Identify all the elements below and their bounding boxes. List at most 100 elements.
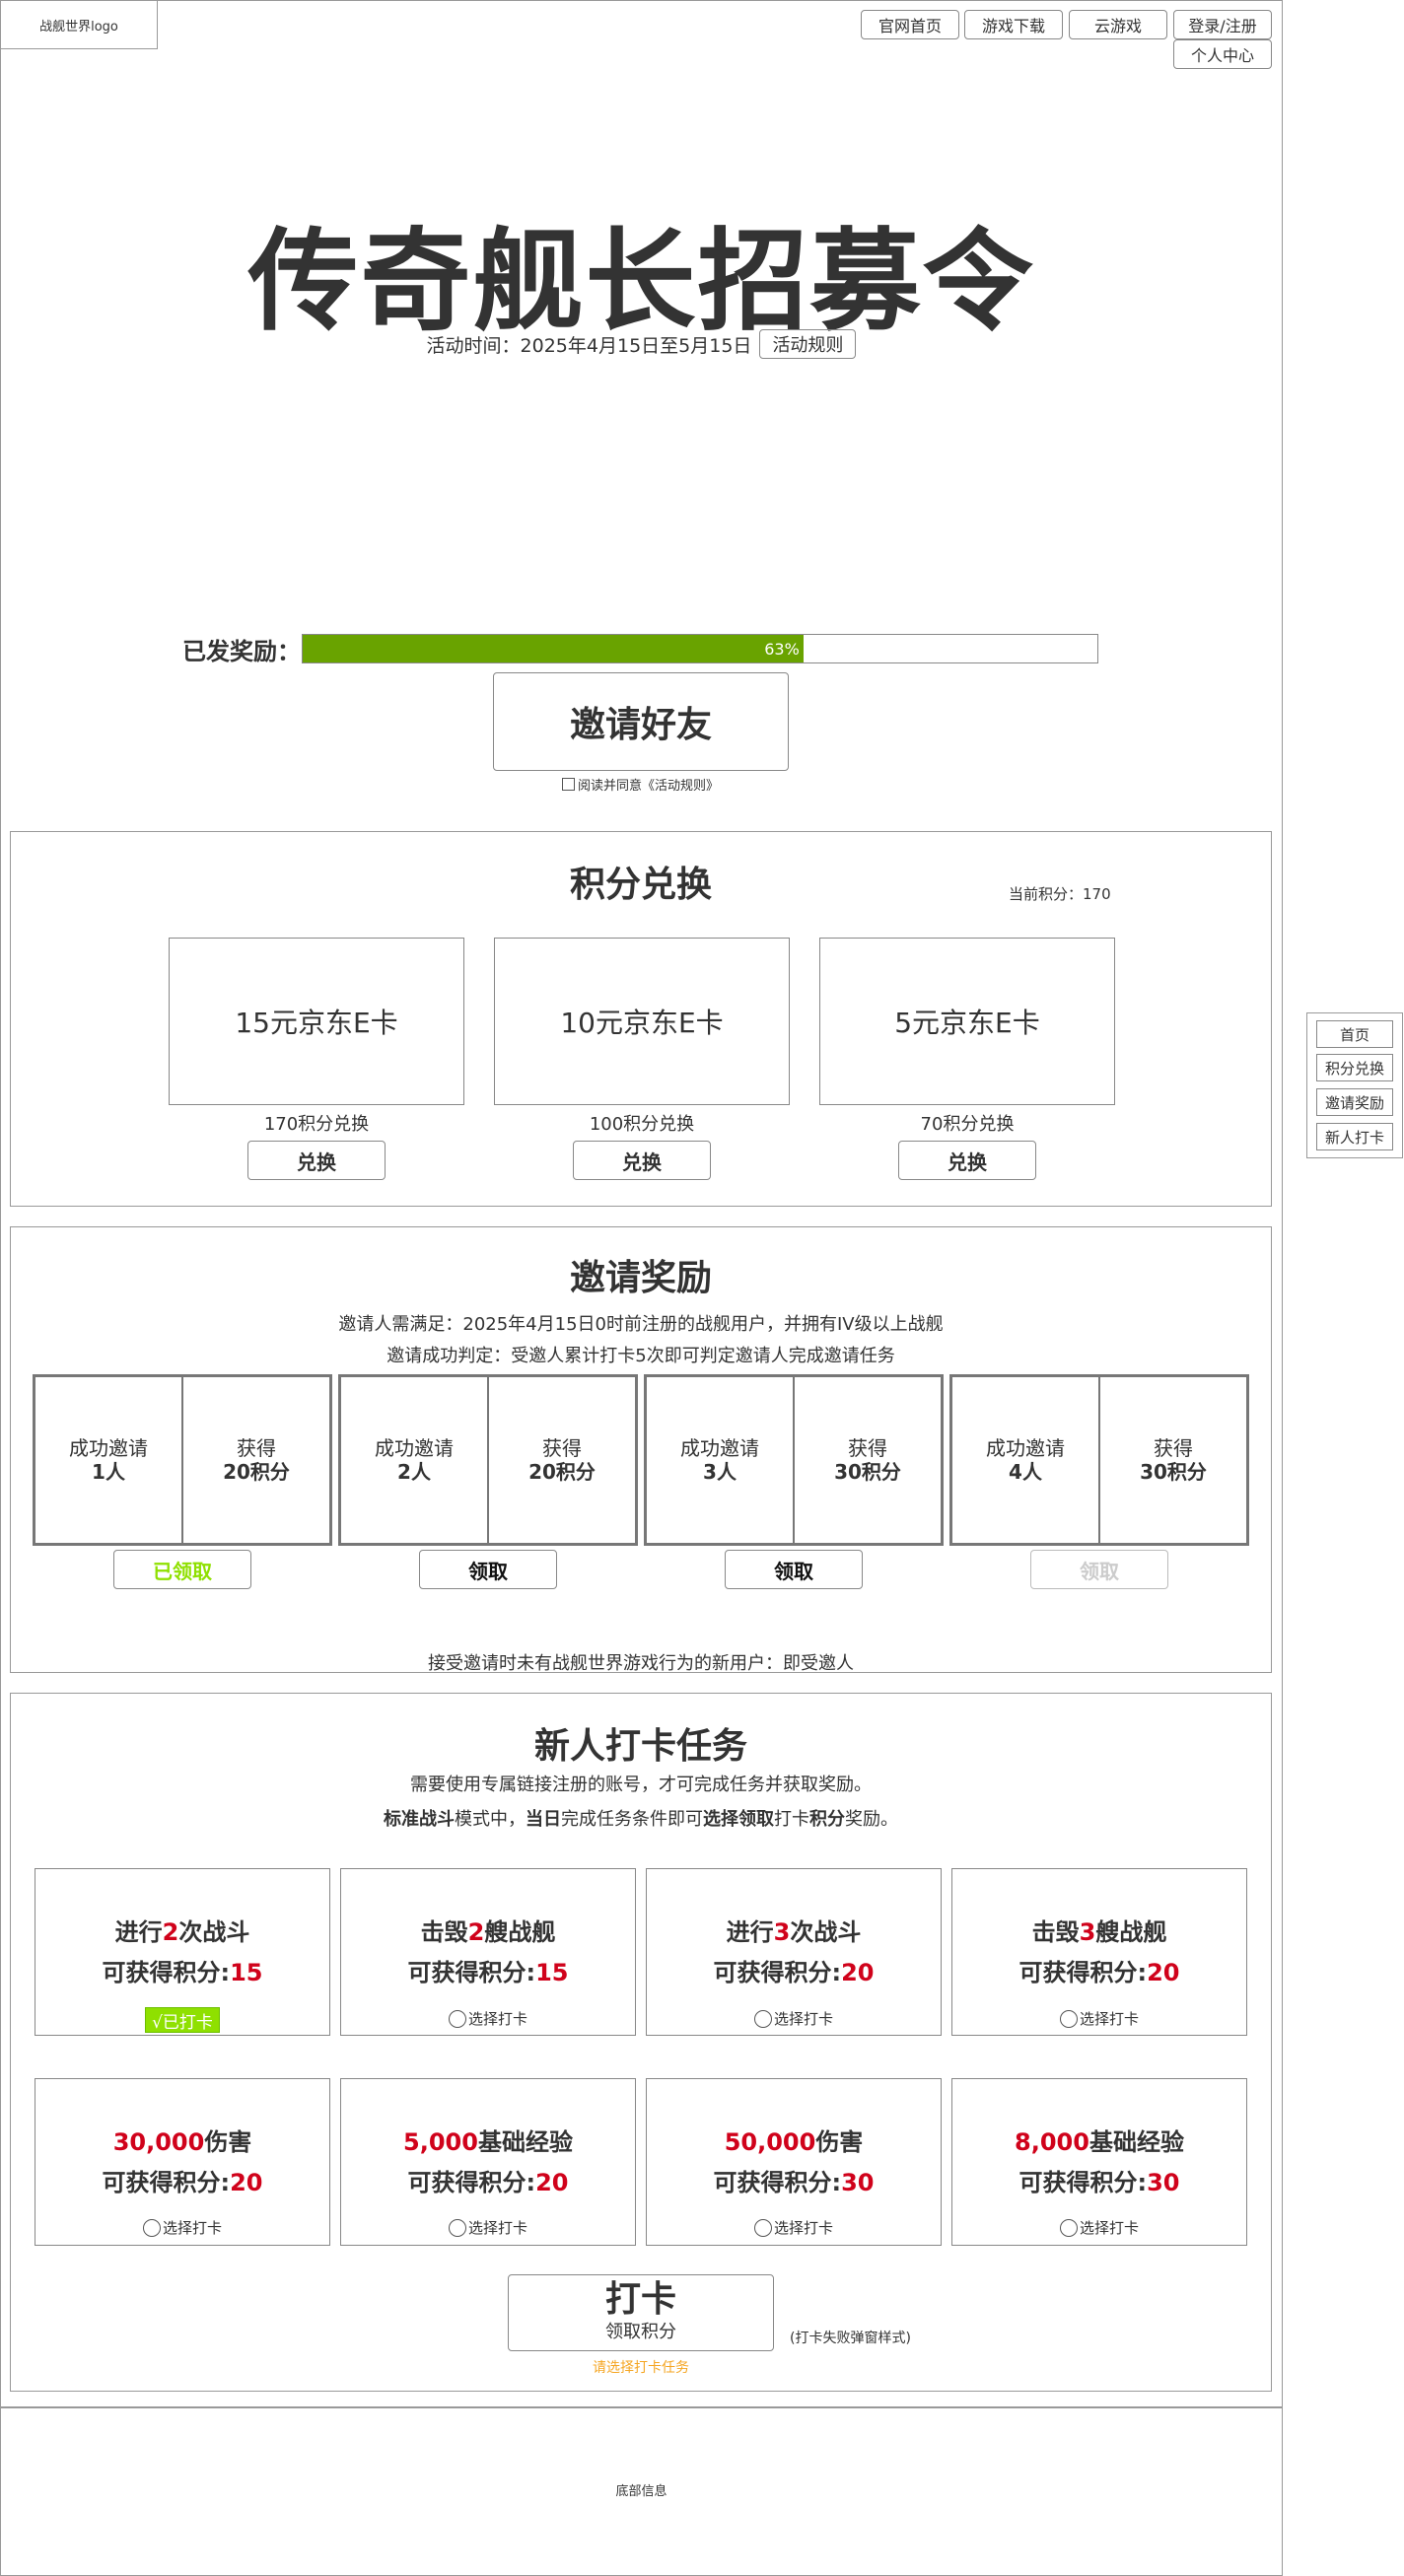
task-points: 可获得积分:20 (102, 2169, 263, 2196)
invite-tier-card: 成功邀请 4人 获得 30积分 (949, 1374, 1249, 1546)
task-condition: 进行3次战斗 (726, 1918, 862, 1946)
task-select[interactable]: 选择打卡 (35, 2217, 329, 2238)
logo[interactable]: 战舰世界logo (0, 0, 158, 49)
exchange-card: 15元京东E卡 (169, 938, 464, 1105)
task-condition: 8,000基础经验 (1015, 2128, 1184, 2156)
task-card[interactable]: 击毁3艘战舰 可获得积分:20 选择打卡 (951, 1868, 1247, 2036)
task-points: 可获得积分:15 (102, 1959, 263, 1986)
exchange-cost: 70积分兑换 (920, 1114, 1015, 1135)
footer-info: 底部信息 (615, 2484, 667, 2499)
task-select[interactable]: 选择打卡 (952, 2008, 1246, 2029)
exchange-cost: 170积分兑换 (263, 1114, 370, 1135)
checkin-button[interactable]: 打卡 领取积分 (508, 2274, 774, 2351)
claim-button[interactable]: 领取 (725, 1550, 863, 1589)
task-points: 可获得积分:20 (407, 2169, 569, 2196)
radio-icon[interactable] (1059, 2218, 1078, 2237)
radio-icon[interactable] (448, 2009, 466, 2028)
activity-time: 活动时间：2025年4月15日至5月15日 (426, 334, 752, 357)
invite-section: 邀请奖励 邀请人需满足：2025年4月15日0时前注册的战舰用户，并拥有IV级以… (10, 1226, 1272, 1674)
radio-icon[interactable] (753, 2009, 772, 2028)
side-nav-checkin[interactable]: 新人打卡 (1316, 1123, 1393, 1150)
invite-reward: 获得 20积分 (487, 1377, 635, 1543)
nav-home-button[interactable]: 官网首页 (861, 10, 959, 39)
side-nav-home[interactable]: 首页 (1316, 1020, 1393, 1048)
task-select[interactable]: 选择打卡 (647, 2008, 941, 2029)
invite-reward: 获得 30积分 (1098, 1377, 1246, 1543)
invite-count: 成功邀请 3人 (680, 1436, 759, 1484)
radio-icon[interactable] (1059, 2009, 1078, 2028)
checkin-desc-2: 标准战斗模式中，当日完成任务条件即可选择领取打卡积分奖励。 (384, 1809, 898, 1830)
side-nav-invite[interactable]: 邀请奖励 (1316, 1088, 1393, 1116)
task-condition: 击毁2艘战舰 (420, 1918, 556, 1946)
task-card[interactable]: 进行2次战斗 可获得积分:15 √已打卡 (35, 1868, 330, 2036)
task-points: 可获得积分:30 (1018, 2169, 1180, 2196)
task-points: 可获得积分:15 (407, 1959, 569, 1986)
task-select[interactable]: 选择打卡 (647, 2217, 941, 2238)
checkin-button-label: 打卡 (604, 2279, 676, 2320)
nav-login-button[interactable]: 登录/注册 (1173, 10, 1272, 39)
activity-time-row: 活动时间：2025年4月15日至5月15日 活动规则 (0, 329, 1283, 359)
task-select[interactable]: 选择打卡 (341, 2008, 635, 2029)
progress-fill: 63% (303, 635, 804, 662)
task-select[interactable]: 选择打卡 (341, 2217, 635, 2238)
page-title: 传奇舰长招募令 (247, 218, 1035, 346)
task-card[interactable]: 30,000伤害 可获得积分:20 选择打卡 (35, 2078, 330, 2246)
invitee-definition: 接受邀请时未有战舰世界游戏行为的新用户：即受邀人 (428, 1653, 854, 1674)
exchange-section: 积分兑换 当前积分：170 15元京东E卡 170积分兑换 兑换 10元京东E卡… (10, 831, 1272, 1207)
exchange-button[interactable]: 兑换 (573, 1141, 711, 1180)
claim-button-claimed[interactable]: 已领取 (113, 1550, 251, 1589)
side-nav-exchange[interactable]: 积分兑换 (1316, 1054, 1393, 1081)
invite-count: 成功邀请 1人 (69, 1436, 148, 1484)
invite-title: 邀请奖励 (569, 1258, 712, 1298)
task-condition: 30,000伤害 (112, 2128, 252, 2156)
exchange-card: 5元京东E卡 (819, 938, 1115, 1105)
checkin-button-sublabel: 领取积分 (605, 2322, 676, 2342)
current-points: 当前积分：170 (1009, 885, 1111, 903)
invite-reward: 获得 20积分 (181, 1377, 329, 1543)
radio-icon[interactable] (753, 2218, 772, 2237)
task-checked: √已打卡 (35, 2007, 329, 2033)
task-condition: 击毁3艘战舰 (1031, 1918, 1167, 1946)
invite-count: 成功邀请 2人 (375, 1436, 454, 1484)
checkin-desc-1: 需要使用专属链接注册的账号，才可完成任务并获取奖励。 (410, 1775, 872, 1795)
task-condition: 50,000伤害 (724, 2128, 864, 2156)
footer-divider (0, 2406, 1283, 2408)
task-condition: 进行2次战斗 (114, 1918, 250, 1946)
progress-text: 63% (764, 639, 800, 659)
claim-button[interactable]: 领取 (419, 1550, 557, 1589)
user-center-button[interactable]: 个人中心 (1173, 39, 1272, 69)
checkin-section: 新人打卡任务 需要使用专属链接注册的账号，才可完成任务并获取奖励。 标准战斗模式… (10, 1693, 1272, 2392)
task-points: 可获得积分:20 (713, 1959, 875, 1986)
invite-tier-card: 成功邀请 2人 获得 20积分 (338, 1374, 638, 1546)
task-card[interactable]: 50,000伤害 可获得积分:30 选择打卡 (646, 2078, 942, 2246)
rules-button[interactable]: 活动规则 (759, 329, 857, 359)
invite-reward: 获得 30积分 (793, 1377, 941, 1543)
task-select[interactable]: 选择打卡 (952, 2217, 1246, 2238)
task-points: 可获得积分:20 (1018, 1959, 1180, 1986)
agree-rules[interactable]: 阅读并同意《活动规则》 (562, 775, 720, 794)
nav-download-button[interactable]: 游戏下载 (964, 10, 1063, 39)
radio-icon[interactable] (448, 2218, 466, 2237)
exchange-button[interactable]: 兑换 (898, 1141, 1036, 1180)
agree-text: 阅读并同意《活动规则》 (578, 779, 720, 794)
invite-requirement: 邀请人需满足：2025年4月15日0时前注册的战舰用户，并拥有IV级以上战舰 (338, 1314, 944, 1335)
invite-friends-button[interactable]: 邀请好友 (493, 672, 789, 771)
nav-cloud-game-button[interactable]: 云游戏 (1069, 10, 1167, 39)
task-card[interactable]: 进行3次战斗 可获得积分:20 选择打卡 (646, 1868, 942, 2036)
checked-badge: √已打卡 (145, 2007, 220, 2033)
claim-button-disabled[interactable]: 领取 (1030, 1550, 1168, 1589)
task-card[interactable]: 5,000基础经验 可获得积分:20 选择打卡 (340, 2078, 636, 2246)
fail-popup-note: (打卡失败弹窗样式) (790, 2331, 911, 2346)
agree-checkbox[interactable] (562, 778, 575, 791)
task-condition: 5,000基础经验 (403, 2128, 573, 2156)
invite-tier-card: 成功邀请 1人 获得 20积分 (33, 1374, 332, 1546)
invite-tier-card: 成功邀请 3人 获得 30积分 (644, 1374, 944, 1546)
exchange-button[interactable]: 兑换 (247, 1141, 386, 1180)
task-card[interactable]: 击毁2艘战舰 可获得积分:15 选择打卡 (340, 1868, 636, 2036)
exchange-card: 10元京东E卡 (494, 938, 790, 1105)
side-nav: 首页 积分兑换 邀请奖励 新人打卡 (1306, 1012, 1403, 1158)
task-card[interactable]: 8,000基础经验 可获得积分:30 选择打卡 (951, 2078, 1247, 2246)
exchange-cost: 100积分兑换 (589, 1114, 695, 1135)
radio-icon[interactable] (142, 2218, 161, 2237)
checkin-title: 新人打卡任务 (533, 1726, 747, 1767)
